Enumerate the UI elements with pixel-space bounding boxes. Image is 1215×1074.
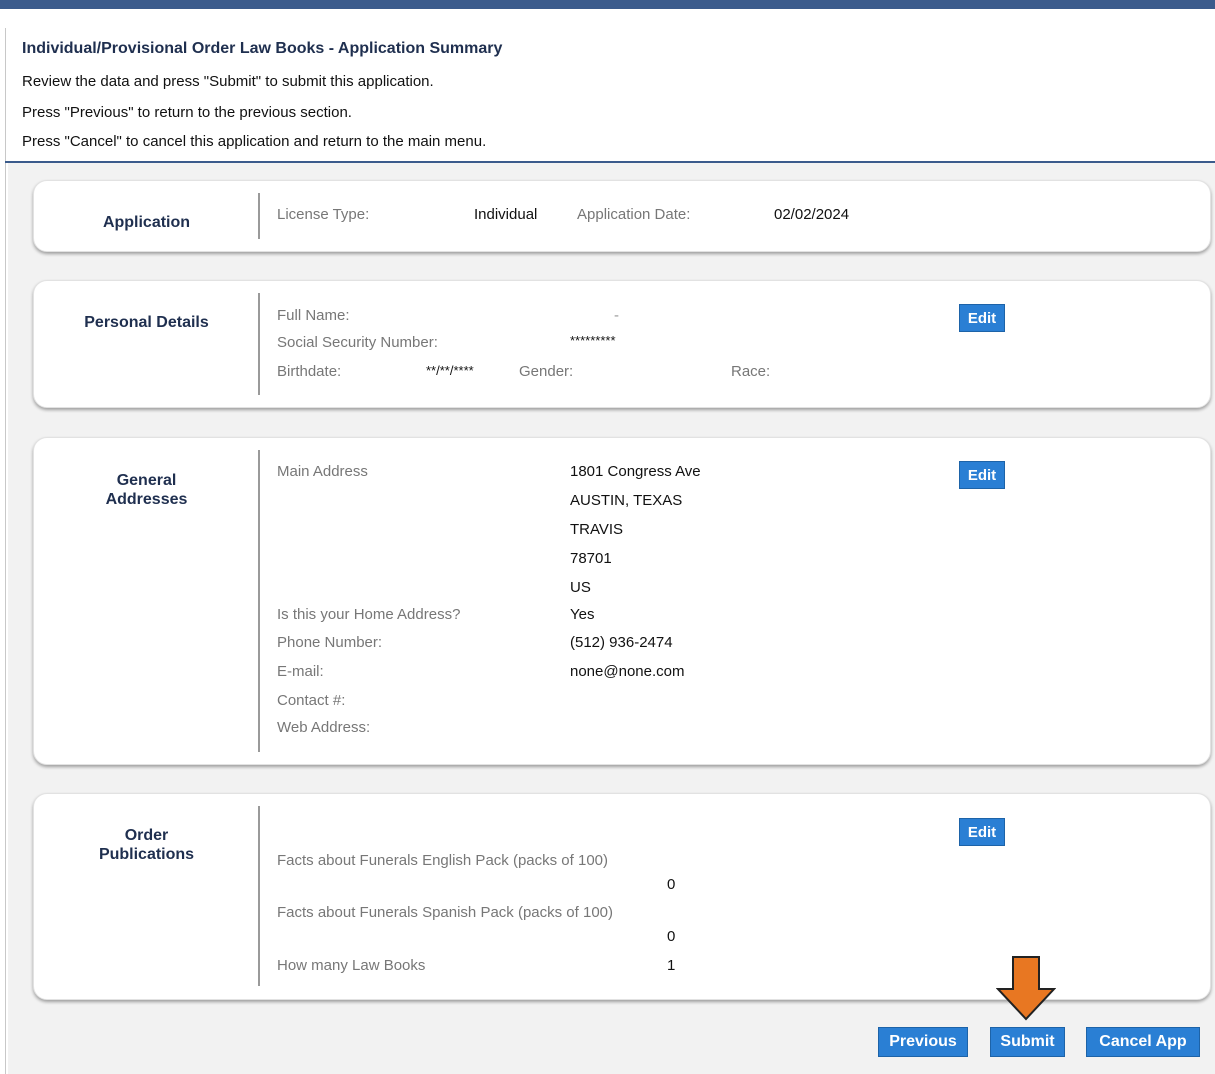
previous-button[interactable]: Previous [878,1027,968,1057]
application-card: Application License Type: Individual App… [33,180,1211,252]
application-date-label: Application Date: [577,206,691,223]
edit-personal-details-button[interactable]: Edit [959,304,1005,332]
full-name-value: - [614,307,619,324]
section-title-application: Application [102,214,191,231]
phone-value: (512) 936-2474 [570,634,673,651]
instruction-submit: Review the data and press "Submit" to su… [22,73,434,90]
license-type-value: Individual [474,206,538,223]
instruction-cancel: Press "Cancel" to cancel this applicatio… [22,133,487,150]
birthdate-value: **/**/**** [426,363,474,378]
law-books-value: 1 [667,957,676,974]
law-books-label: How many Law Books [277,957,426,974]
section-title-addresses-line1: General [116,472,177,489]
license-type-label: License Type: [277,206,370,223]
address-line-street: 1801 Congress Ave [570,463,701,480]
cancel-app-button[interactable]: Cancel App [1086,1027,1200,1057]
address-line-county: TRAVIS [570,521,624,538]
edit-addresses-button[interactable]: Edit [959,461,1005,489]
section-divider [258,450,260,752]
section-title-personal-details: Personal Details [84,314,209,331]
section-divider [258,293,260,395]
full-name-label: Full Name: [277,307,350,324]
contact-label: Contact #: [277,692,346,709]
home-address-label: Is this your Home Address? [277,606,461,623]
section-title-publications-line2: Publications [98,846,195,863]
edit-publications-button[interactable]: Edit [959,818,1005,846]
page-title: Individual/Provisional Order Law Books -… [22,40,503,57]
publication-english-label: Facts about Funerals English Pack (packs… [277,852,608,869]
ssn-label: Social Security Number: [277,334,438,351]
left-border [5,28,6,1074]
general-addresses-card: General Addresses Main Address 1801 Cong… [33,437,1211,765]
page-header: Individual/Provisional Order Law Books -… [22,38,1202,150]
web-address-label: Web Address: [277,719,371,736]
email-label: E-mail: [277,663,324,680]
birthdate-label: Birthdate: [277,363,342,380]
phone-label: Phone Number: [277,634,383,651]
address-line-country: US [570,579,591,596]
top-accent-bar [0,0,1215,9]
publication-english-value: 0 [667,876,676,893]
section-title-publications-line1: Order [124,827,169,844]
instruction-previous: Press "Previous" to return to the previo… [22,104,352,121]
publication-spanish-label: Facts about Funerals Spanish Pack (packs… [277,904,614,921]
email-value: none@none.com [570,663,685,680]
address-line-city-state: AUSTIN, TEXAS [570,492,683,509]
gender-label: Gender: [519,363,574,380]
section-divider [258,193,260,239]
race-label: Race: [731,363,771,380]
address-line-zip: 78701 [570,550,612,567]
main-address-label: Main Address [277,463,368,480]
submit-button[interactable]: Submit [990,1027,1065,1057]
home-address-value: Yes [570,606,595,623]
section-divider [258,806,260,986]
application-date-value: 02/02/2024 [774,206,850,223]
publication-spanish-value: 0 [667,928,676,945]
personal-details-card: Personal Details Full Name: - Social Sec… [33,280,1211,408]
down-arrow-icon [996,956,1056,1021]
section-title-addresses-line2: Addresses [105,491,188,508]
ssn-value: ********* [570,333,616,348]
